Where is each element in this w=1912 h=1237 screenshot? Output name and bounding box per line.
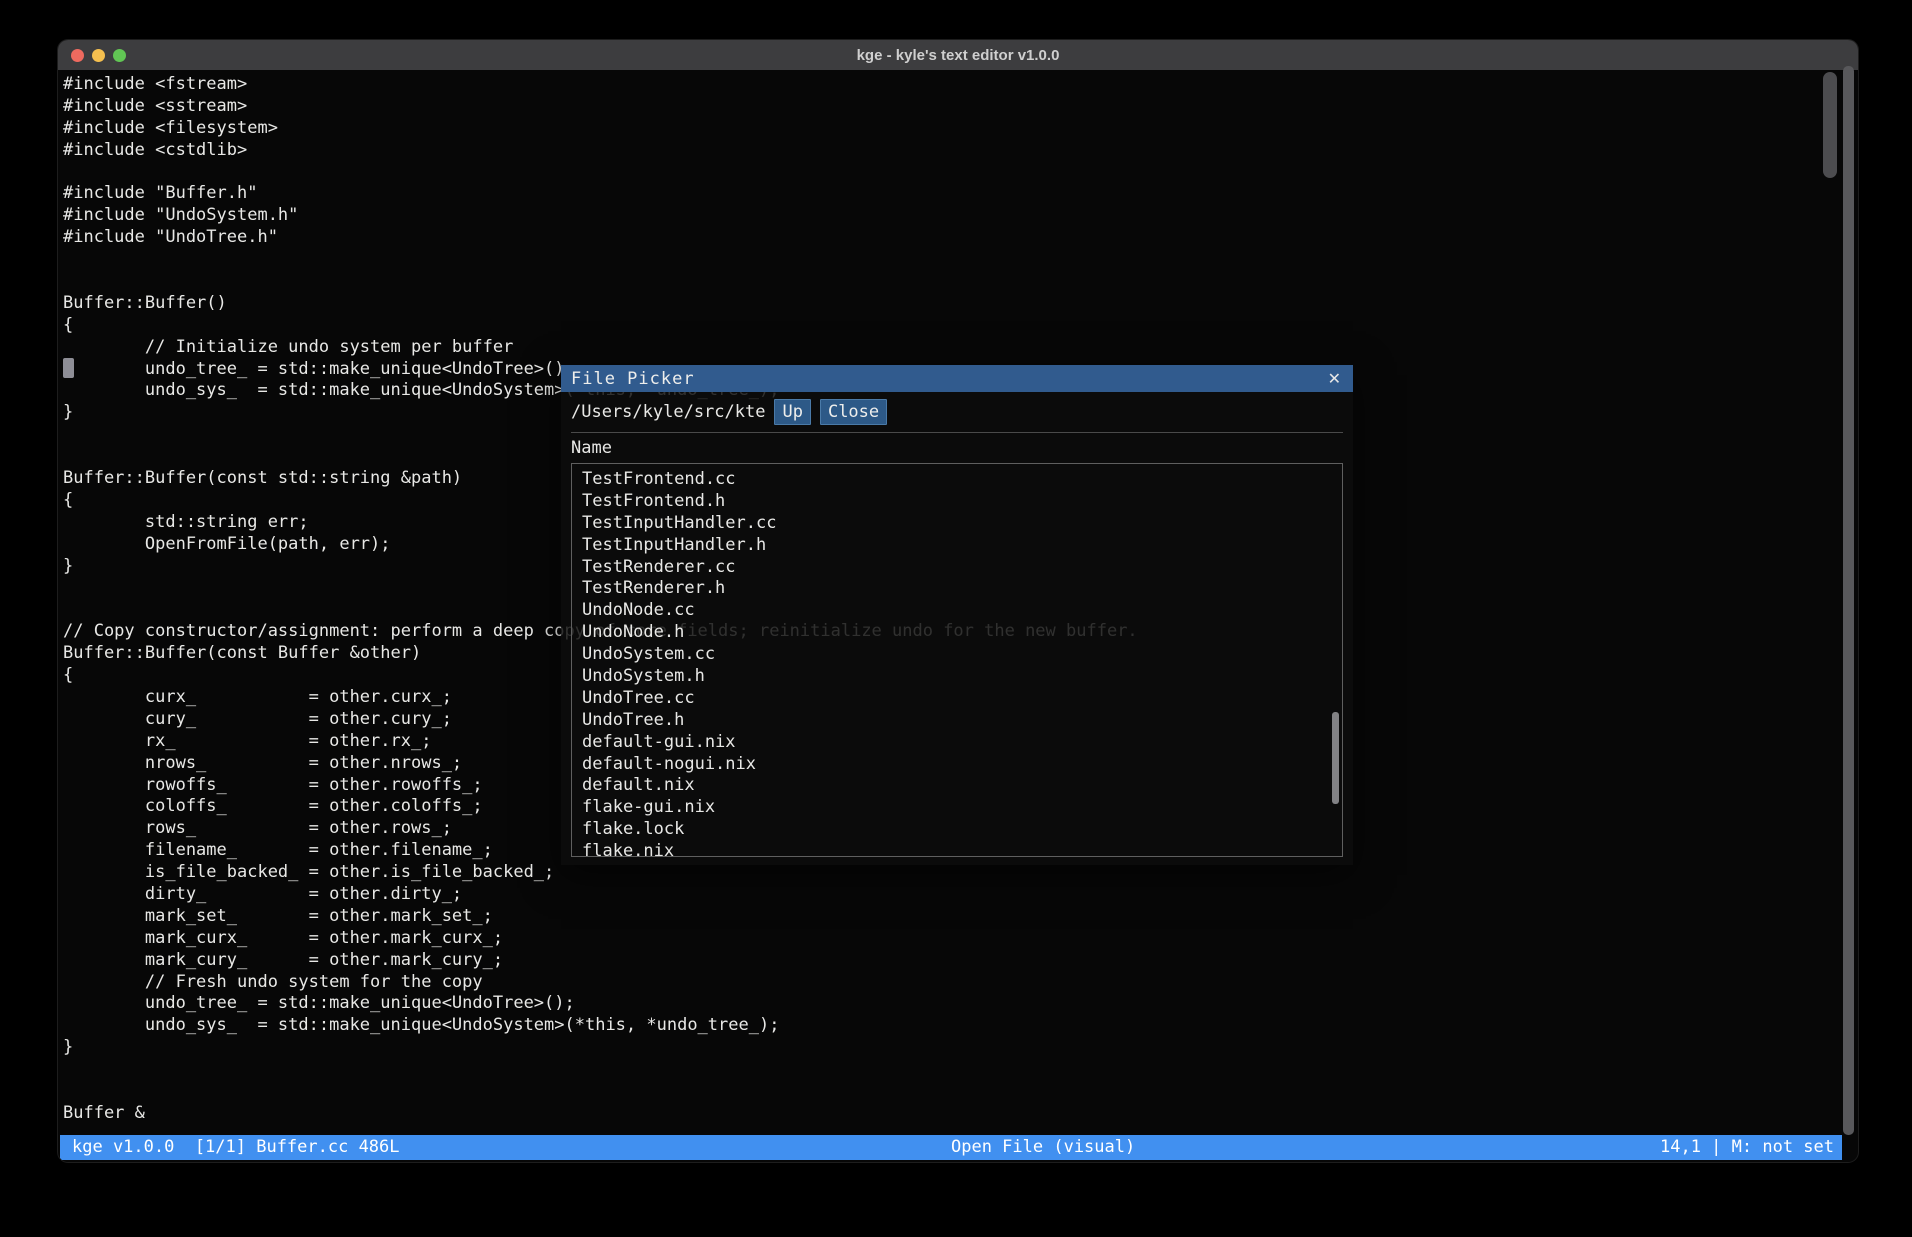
code-line[interactable]: #include <fstream> <box>63 74 1858 96</box>
code-line[interactable]: Buffer::Buffer() <box>63 293 1858 315</box>
status-cursor-position: 14,1 | M: not set <box>1660 1136 1834 1159</box>
up-button[interactable]: Up <box>774 399 810 425</box>
list-item[interactable]: UndoSystem.h <box>582 666 1342 688</box>
editor-scrollbar-thumb[interactable] <box>1823 72 1837 178</box>
list-item[interactable]: flake.lock <box>582 819 1342 841</box>
path-row: /Users/kyle/src/kte Up Close <box>571 392 1343 432</box>
column-header: Name <box>571 433 1343 463</box>
code-line[interactable]: #include "UndoSystem.h" <box>63 205 1858 227</box>
list-item[interactable]: default.nix <box>582 775 1342 797</box>
status-mode: Open File (visual) <box>951 1136 1135 1159</box>
code-line[interactable]: { <box>63 315 1858 337</box>
status-file-info: kge v1.0.0 [1/1] Buffer.cc 486L <box>72 1136 400 1159</box>
code-line[interactable]: // Initialize undo system per buffer <box>63 337 1858 359</box>
current-path: /Users/kyle/src/kte <box>571 402 765 422</box>
list-item[interactable]: TestRenderer.h <box>582 578 1342 600</box>
code-line[interactable]: mark_curx_ = other.mark_curx_; <box>63 928 1858 950</box>
code-line[interactable]: mark_cury_ = other.mark_cury_; <box>63 950 1858 972</box>
file-picker-titlebar[interactable]: File Picker ✕ <box>561 365 1353 392</box>
code-line[interactable] <box>63 249 1858 271</box>
file-picker-body: /Users/kyle/src/kte Up Close Name TestFr… <box>561 392 1353 865</box>
text-cursor <box>63 358 74 378</box>
close-button[interactable]: Close <box>820 399 887 425</box>
close-icon[interactable]: ✕ <box>1328 369 1341 388</box>
list-item[interactable]: UndoNode.h <box>582 622 1342 644</box>
code-line[interactable]: } <box>63 1037 1858 1059</box>
list-item[interactable]: UndoTree.h <box>582 710 1342 732</box>
code-line[interactable]: #include "Buffer.h" <box>63 183 1858 205</box>
code-line[interactable]: #include <cstdlib> <box>63 140 1858 162</box>
code-line[interactable] <box>63 271 1858 293</box>
window-titlebar[interactable]: kge - kyle's text editor v1.0.0 <box>58 40 1858 70</box>
list-item[interactable]: TestInputHandler.h <box>582 535 1342 557</box>
code-line[interactable]: // Fresh undo system for the copy <box>63 972 1858 994</box>
file-picker-dialog: File Picker ✕ /Users/kyle/src/kte Up Clo… <box>561 365 1353 865</box>
code-line[interactable]: #include "UndoTree.h" <box>63 227 1858 249</box>
code-line[interactable]: is_file_backed_ = other.is_file_backed_; <box>63 862 1858 884</box>
code-line[interactable] <box>63 1081 1858 1103</box>
list-item[interactable]: default-gui.nix <box>582 732 1342 754</box>
app-window: kge - kyle's text editor v1.0.0 #include… <box>58 40 1858 1162</box>
file-list[interactable]: TestFrontend.cc TestFrontend.h TestInput… <box>571 463 1343 857</box>
list-item[interactable]: TestFrontend.cc <box>582 469 1342 491</box>
list-item[interactable]: UndoTree.cc <box>582 688 1342 710</box>
file-picker-title: File Picker <box>571 369 695 389</box>
list-item[interactable]: default-nogui.nix <box>582 754 1342 776</box>
code-line[interactable] <box>63 162 1858 184</box>
list-item[interactable]: flake-gui.nix <box>582 797 1342 819</box>
list-item[interactable]: TestFrontend.h <box>582 491 1342 513</box>
list-item[interactable]: UndoSystem.cc <box>582 644 1342 666</box>
name-column-label: Name <box>571 438 612 458</box>
code-line[interactable]: Buffer & <box>63 1103 1858 1125</box>
status-bar: kge v1.0.0 [1/1] Buffer.cc 486L Open Fil… <box>60 1135 1842 1160</box>
code-line[interactable]: #include <filesystem> <box>63 118 1858 140</box>
code-line[interactable]: mark_set_ = other.mark_set_; <box>63 906 1858 928</box>
list-item[interactable]: TestRenderer.cc <box>582 557 1342 579</box>
list-item[interactable]: UndoNode.cc <box>582 600 1342 622</box>
window-scrollbar[interactable] <box>1843 66 1854 1135</box>
list-item[interactable]: flake.nix <box>582 841 1342 857</box>
code-line[interactable]: undo_tree_ = std::make_unique<UndoTree>(… <box>63 993 1858 1015</box>
code-line[interactable]: undo_sys_ = std::make_unique<UndoSystem>… <box>63 1015 1858 1037</box>
file-list-items: TestFrontend.cc TestFrontend.h TestInput… <box>582 469 1342 857</box>
code-line[interactable]: dirty_ = other.dirty_; <box>63 884 1858 906</box>
window-title: kge - kyle's text editor v1.0.0 <box>58 47 1858 64</box>
list-item[interactable]: TestInputHandler.cc <box>582 513 1342 535</box>
code-line[interactable] <box>63 1059 1858 1081</box>
file-list-scrollbar-thumb[interactable] <box>1332 712 1339 804</box>
code-line[interactable]: #include <sstream> <box>63 96 1858 118</box>
